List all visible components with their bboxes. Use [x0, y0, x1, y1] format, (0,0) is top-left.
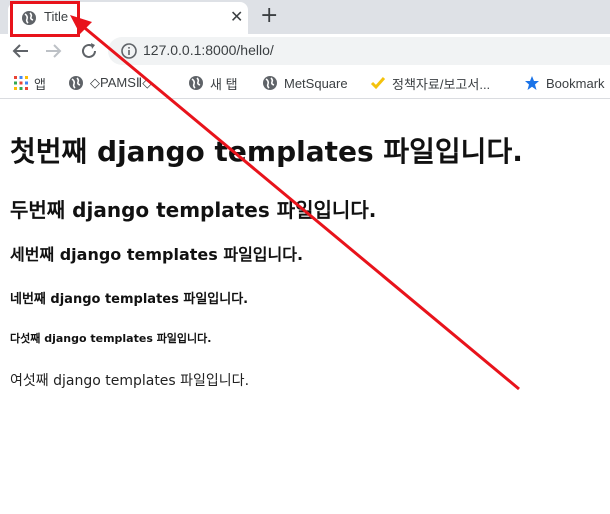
- url-text[interactable]: 127.0.0.1:8000/hello/: [143, 42, 274, 58]
- annotation-highlight-box: [10, 1, 80, 37]
- bookmark-label: 정책자료/보고서...: [392, 76, 491, 92]
- paragraph-text: 여섯째 django templates 파일입니다.: [10, 373, 250, 389]
- bookmark-new-tab[interactable]: 새 탭: [188, 74, 238, 92]
- checkmark-icon: [370, 77, 386, 90]
- bookmark-apps[interactable]: 앱: [14, 74, 46, 92]
- reload-icon[interactable]: [78, 40, 100, 62]
- tab-close-icon[interactable]: ✕: [230, 8, 243, 26]
- star-icon: [525, 76, 539, 90]
- bookmark-label: 앱: [34, 76, 46, 92]
- bookmark-label: MetSquare: [284, 75, 348, 91]
- heading-1: 첫번째 django templates 파일입니다.: [10, 135, 523, 168]
- info-icon[interactable]: [120, 42, 138, 60]
- bookmark-pams[interactable]: ◇PAMSⅡ◇: [68, 74, 152, 92]
- bookmarks-bar: 앱 ◇PAMSⅡ◇ 새 탭 MetSquare 정책자료/보고서... Book…: [0, 68, 610, 99]
- heading-5: 다섯째 django templates 파일입니다.: [10, 332, 212, 345]
- heading-3: 세번째 django templates 파일입니다.: [10, 245, 304, 264]
- bookmark-bookmarks[interactable]: Bookmark: [524, 74, 605, 92]
- apps-grid-icon: [14, 76, 28, 90]
- bookmark-label: ◇PAMSⅡ◇: [90, 75, 153, 90]
- new-tab-button[interactable]: +: [260, 4, 278, 28]
- forward-arrow-icon[interactable]: [42, 40, 64, 62]
- bookmark-policy[interactable]: 정책자료/보고서...: [370, 74, 490, 92]
- bookmark-label: Bookmark: [546, 75, 605, 91]
- heading-4: 네번째 django templates 파일입니다.: [10, 292, 249, 307]
- tab-strip: Title ✕ +: [0, 0, 610, 34]
- globe-icon: [69, 76, 83, 90]
- bookmark-label: 새 탭: [210, 76, 238, 92]
- globe-icon: [263, 76, 277, 90]
- bookmark-metsquare[interactable]: MetSquare: [262, 74, 348, 92]
- heading-2: 두번째 django templates 파일입니다.: [10, 198, 377, 222]
- back-arrow-icon[interactable]: [10, 40, 32, 62]
- globe-icon: [189, 76, 203, 90]
